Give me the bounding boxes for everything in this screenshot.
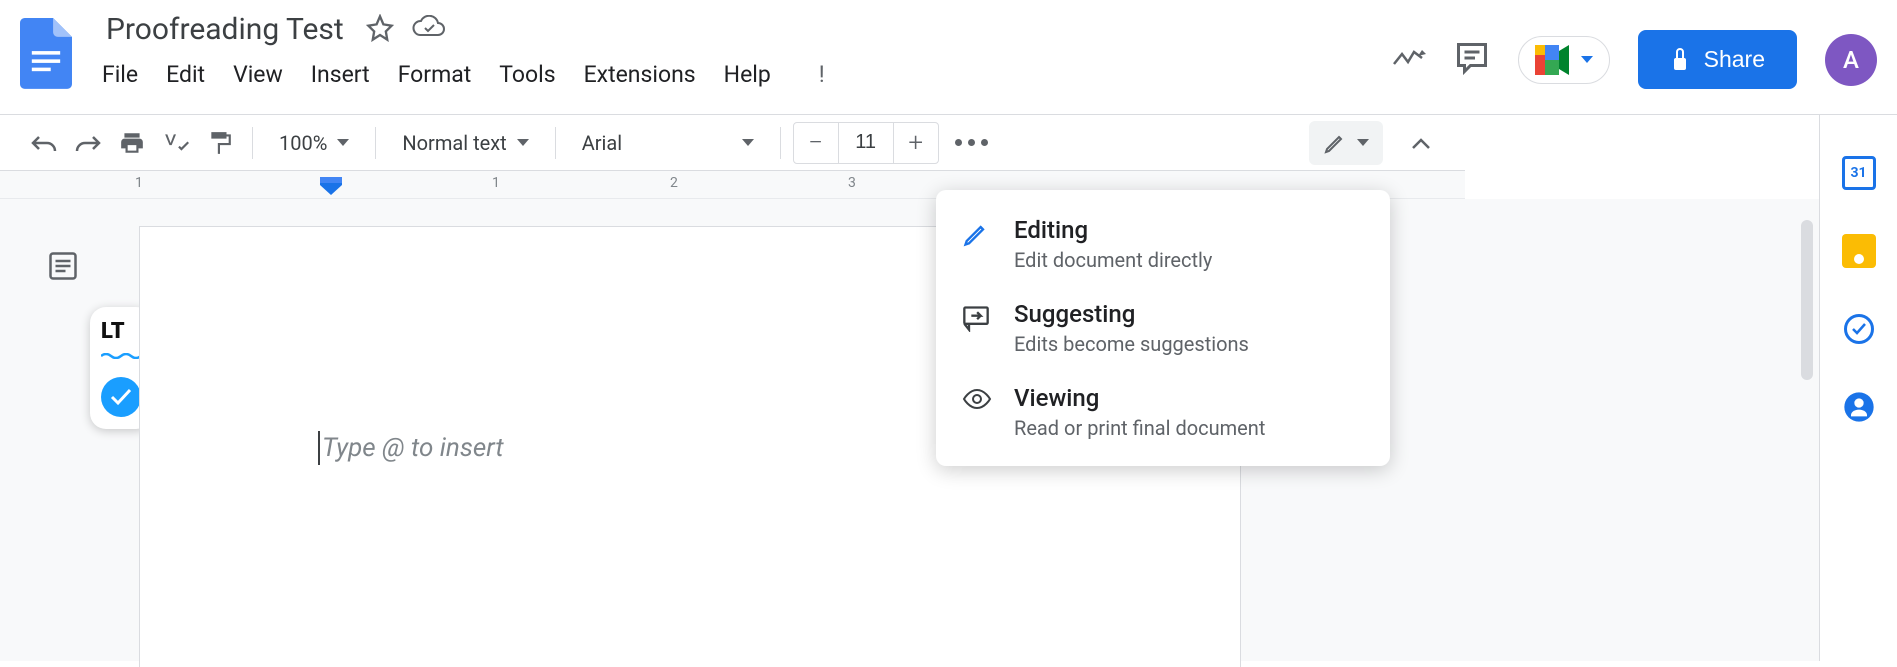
separator — [780, 127, 781, 159]
menu-extensions[interactable]: Extensions — [584, 61, 696, 88]
menu-insert[interactable]: Insert — [311, 61, 370, 88]
mode-desc: Edits become suggestions — [1014, 332, 1364, 356]
menu-bar: File Edit View Insert Format Tools Exten… — [102, 61, 825, 88]
mode-desc: Edit document directly — [1014, 248, 1364, 272]
calendar-icon: 31 — [1842, 156, 1876, 190]
languagetool-logo-icon: LT — [101, 319, 141, 363]
indent-marker-icon[interactable] — [320, 177, 342, 195]
mode-item-editing[interactable]: Editing Edit document directly — [936, 202, 1390, 286]
docs-logo[interactable] — [20, 18, 72, 88]
separator — [375, 127, 376, 159]
decrease-font-button[interactable]: − — [794, 123, 838, 163]
toolbar: 100% Normal text Arial − + — [0, 115, 1465, 171]
zoom-select[interactable]: 100% — [265, 131, 363, 155]
spellcheck-button[interactable] — [156, 123, 196, 163]
check-icon — [101, 377, 141, 417]
contacts-button[interactable] — [1841, 389, 1877, 425]
share-button[interactable]: Share — [1638, 30, 1797, 89]
paint-format-button[interactable] — [200, 123, 240, 163]
mode-item-suggesting[interactable]: Suggesting Edits become suggestions — [936, 286, 1390, 370]
pencil-icon — [962, 220, 992, 252]
ruler-tick: 1 — [492, 175, 500, 191]
menu-edit[interactable]: Edit — [166, 61, 205, 88]
mode-desc: Read or print final document — [1014, 416, 1364, 440]
ruler-tick: 1 — [135, 175, 143, 191]
increase-font-button[interactable]: + — [894, 123, 938, 163]
keep-button[interactable] — [1841, 233, 1877, 269]
menu-help[interactable]: Help — [724, 61, 771, 88]
font-size-group: − + — [793, 122, 939, 164]
font-select[interactable]: Arial — [568, 131, 768, 155]
undo-button[interactable] — [24, 123, 64, 163]
share-label: Share — [1704, 46, 1765, 73]
menu-tools[interactable]: Tools — [499, 61, 555, 88]
style-select[interactable]: Normal text — [388, 131, 542, 155]
editing-mode-button[interactable] — [1309, 121, 1383, 165]
activity-icon[interactable] — [1392, 46, 1426, 74]
mode-title: Viewing — [1014, 384, 1364, 412]
suggest-icon — [962, 304, 992, 336]
mode-menu: Editing Edit document directly Suggestin… — [936, 190, 1390, 466]
placeholder-text: Type @ to insert — [322, 433, 504, 463]
tasks-icon — [1844, 314, 1874, 344]
menu-file[interactable]: File — [102, 61, 138, 88]
menu-format[interactable]: Format — [398, 61, 472, 88]
mode-title: Editing — [1014, 216, 1364, 244]
side-panel: 31 — [1819, 115, 1897, 661]
more-toolbar-button[interactable] — [943, 139, 1000, 146]
calendar-button[interactable]: 31 — [1841, 155, 1877, 191]
separator — [555, 127, 556, 159]
comments-icon[interactable] — [1454, 40, 1490, 80]
redo-button[interactable] — [68, 123, 108, 163]
pencil-icon — [1323, 131, 1347, 155]
mode-title: Suggesting — [1014, 300, 1364, 328]
header: Proofreading Test File Edit View Insert … — [0, 0, 1897, 115]
eye-icon — [962, 388, 992, 414]
scrollbar[interactable] — [1799, 200, 1815, 480]
contacts-icon — [1843, 391, 1875, 423]
tasks-button[interactable] — [1841, 311, 1877, 347]
avatar[interactable]: A — [1825, 34, 1877, 86]
outline-button[interactable] — [48, 251, 92, 295]
star-icon[interactable] — [366, 14, 394, 46]
cloud-saved-icon[interactable] — [412, 15, 446, 45]
header-actions: Share A — [1392, 10, 1877, 89]
separator — [252, 127, 253, 159]
caret-down-icon — [517, 139, 529, 146]
text-cursor — [318, 431, 320, 465]
title-area: Proofreading Test File Edit View Insert … — [102, 10, 825, 88]
menu-view[interactable]: View — [233, 61, 283, 88]
collapse-toolbar-button[interactable] — [1401, 123, 1441, 163]
font-size-input[interactable] — [838, 123, 894, 163]
ruler-tick: 3 — [848, 175, 856, 191]
warning-icon[interactable]: ! — [819, 61, 825, 88]
meet-button[interactable] — [1518, 36, 1610, 84]
ruler-tick: 2 — [670, 175, 678, 191]
document-title[interactable]: Proofreading Test — [102, 10, 348, 49]
mode-item-viewing[interactable]: Viewing Read or print final document — [936, 370, 1390, 454]
caret-down-icon — [1357, 139, 1369, 146]
caret-down-icon — [337, 139, 349, 146]
caret-down-icon — [1581, 56, 1593, 63]
print-button[interactable] — [112, 123, 152, 163]
keep-icon — [1842, 234, 1876, 268]
scroll-thumb[interactable] — [1801, 220, 1813, 380]
caret-down-icon — [742, 139, 754, 146]
